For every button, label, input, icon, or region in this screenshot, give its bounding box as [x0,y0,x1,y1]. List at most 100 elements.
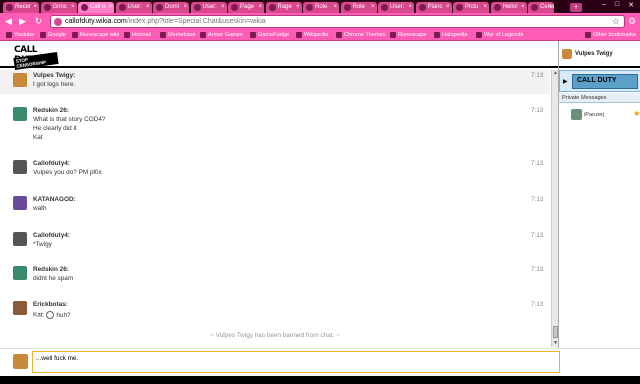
bookmark-item[interactable]: Armor Games [200,31,243,40]
bookmark-item[interactable]: Chrome Themes [336,31,386,40]
bookmark-favicon-icon [160,32,166,38]
bookmark-favicon-icon [72,32,78,38]
chat-message: Vulpes Twigy: 7:13 I got logs here. [0,70,550,94]
self-user[interactable]: Vulpes Twigy [559,41,640,68]
bookmark-item[interactable]: Google [40,31,66,40]
address-bar[interactable]: callofduty.wikia.com/index.php?title=Spe… [50,15,625,28]
tab-close-icon[interactable]: × [71,2,75,13]
avatar [562,49,572,59]
avatar [571,109,582,120]
avatar[interactable] [13,73,27,87]
bookmark-favicon-icon [200,32,206,38]
user-rail: Vulpes Twigy ▶ CALL DUTY Private Message… [558,41,640,384]
bookmark-item[interactable]: Youtube [6,31,34,40]
tab-close-icon[interactable]: × [296,2,300,13]
tab-close-icon[interactable]: × [408,2,412,13]
chat-scrollbar[interactable]: ▲ ▼ [551,70,558,347]
tab-8[interactable]: Role × [303,2,339,13]
bookmark-item[interactable]: Halopedia [434,31,467,40]
tab-close-icon[interactable]: × [146,2,150,13]
other-bookmarks[interactable]: Other bookmarks [585,31,636,40]
tab-favicon-icon [531,4,538,11]
wiki-logo[interactable]: CALL DUTY STOP CENSORSHIP [13,45,59,71]
star-icon: ★ [633,109,640,118]
tab-6[interactable]: Page × [228,2,264,13]
tab-label: Domi [165,4,180,10]
avatar[interactable] [13,232,27,246]
tab-close-icon[interactable]: × [521,2,525,13]
bookmarks-bar: Youtube Google Runescape wiki Hotmail Memeba… [0,30,640,41]
avatar[interactable] [13,196,27,210]
tab-5[interactable]: User: × [190,2,227,13]
tab-14[interactable]: Cerer × [528,2,554,13]
tab-close-icon[interactable]: × [258,2,262,13]
tab-label: Role [352,4,365,10]
avatar[interactable] [13,266,27,280]
tab-close-icon[interactable]: × [33,2,37,13]
bookmark-item[interactable]: Runescape [390,31,426,40]
tab-close-icon[interactable]: × [371,2,375,13]
tab-9[interactable]: Role × [340,2,377,13]
message-username[interactable]: Erickbotas: [33,301,68,308]
message-timestamp: 7:13 [531,196,544,203]
message-username[interactable]: Callofduty4: [33,232,70,239]
message-timestamp: 7:13 [531,107,544,114]
bookmark-favicon-icon [336,32,342,38]
bookmark-favicon-icon [6,32,12,38]
main-room[interactable]: ▶ CALL DUTY [559,70,640,92]
tab-4[interactable]: Domi × [153,2,189,13]
close-window-button[interactable]: ✕ [625,1,637,9]
tab-12[interactable]: Pictu × [453,2,489,13]
chat-message-input[interactable] [32,351,560,373]
pm-user-item[interactable]: iPanzerj ★ [559,107,640,123]
message-username[interactable]: Callofduty4: [33,160,70,167]
forward-button[interactable]: ▶ [17,16,28,27]
tab-strip: Recer × Grinc × Call o × User: × Domi × User: × Page… [0,0,640,13]
maximize-button[interactable]: □ [611,1,623,8]
bookmark-item[interactable]: Memebase [160,31,196,40]
tab-10[interactable]: User: × [378,2,414,13]
bookmark-star-icon[interactable]: ☆ [612,16,620,27]
tab-label: Role [315,4,328,10]
self-username: Vulpes Twigy [575,51,613,57]
minimize-button[interactable]: – [598,1,610,8]
wrench-menu-icon[interactable]: ⚙ [628,16,636,27]
bookmark-item[interactable]: Hotmail [124,31,151,40]
avatar[interactable] [13,107,27,121]
tab-11[interactable]: Planc × [415,2,452,13]
tab-close-icon[interactable]: × [548,2,552,13]
back-button[interactable]: ◀ [3,16,14,27]
tab-1[interactable]: Grinc × [40,2,77,13]
message-username[interactable]: Vulpes Twigy: [33,72,75,79]
tab-13[interactable]: Hello! × [490,2,527,13]
chat-header: CALL DUTY STOP CENSORSHIP [0,41,558,71]
tab-close-icon[interactable]: × [333,2,337,13]
tab-close-icon[interactable]: × [446,2,450,13]
message-text: He clearly did it [33,125,77,132]
bookmark-item[interactable]: Wikipedia [296,31,328,40]
message-username[interactable]: Redskin 26: [33,107,69,114]
browser-toolbar: ◀ ▶ ↻ callofduty.wikia.com/index.php?tit… [0,13,640,30]
tab-favicon-icon [6,4,13,11]
reload-button[interactable]: ↻ [33,16,44,27]
tab-2[interactable]: Call o × [78,2,114,13]
bookmark-item[interactable]: War of Legends [476,31,523,40]
tab-close-icon[interactable]: × [221,2,225,13]
tab-close-icon[interactable]: × [183,2,187,13]
tab-favicon-icon [118,4,126,11]
avatar[interactable] [13,301,27,315]
message-text: *Twigy [33,241,52,248]
tab-close-icon[interactable]: × [483,2,487,13]
tab-close-icon[interactable]: × [108,2,112,13]
tab-3[interactable]: User: × [115,2,152,13]
bookmark-item[interactable]: Runescape wiki [72,31,119,40]
message-username[interactable]: KATANAGOD: [33,196,76,203]
private-messages-header: Private Messages [559,93,640,103]
avatar[interactable] [13,160,27,174]
message-username[interactable]: Redskin 26: [33,266,69,273]
tab-7[interactable]: Rage × [265,2,302,13]
tab-0[interactable]: Recer × [3,2,39,13]
bookmark-item[interactable]: GameFudge [250,31,289,40]
message-timestamp: 7:13 [531,160,544,167]
new-tab-button[interactable]: + [570,3,582,12]
